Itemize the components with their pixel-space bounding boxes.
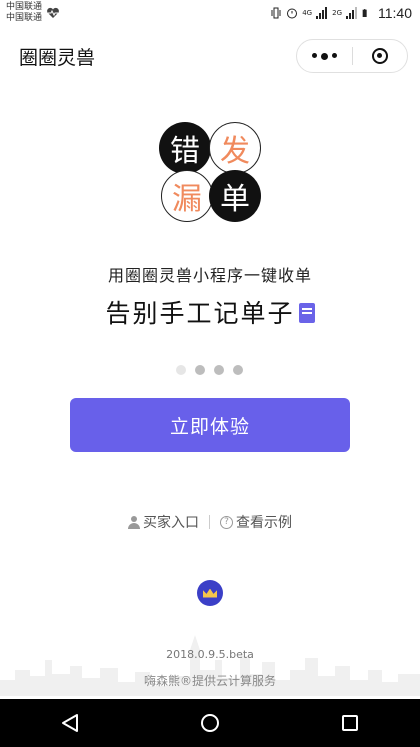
question-circle-icon: ? xyxy=(220,515,233,529)
hero-subtitle: 用圈圈灵兽小程序一键收单 xyxy=(107,266,312,285)
nav-bar: 圈圈灵兽 xyxy=(0,28,420,84)
clock: 11:40 xyxy=(378,5,412,21)
view-example-link[interactable]: ? 查看示例 xyxy=(220,512,292,532)
receipt-icon xyxy=(298,303,315,323)
more-button[interactable] xyxy=(297,40,352,72)
back-button[interactable] xyxy=(50,703,90,743)
view-example-label: 查看示例 xyxy=(236,515,292,531)
mini-program-capsule xyxy=(296,39,408,73)
home-button[interactable] xyxy=(190,703,230,743)
hero-headline: 告别手工记单子 xyxy=(105,299,295,328)
hero-headline-wrap: 告别手工记单子 xyxy=(0,294,420,330)
logo-char-4: 单 xyxy=(209,170,261,222)
logo-char-1: 错 xyxy=(159,122,211,174)
more-dots-icon xyxy=(311,52,337,60)
network-type-2: 2G xyxy=(332,9,342,17)
signal-icon-1 xyxy=(316,7,328,19)
carousel-dot-3[interactable] xyxy=(214,365,224,375)
carousel-dot-2[interactable] xyxy=(195,365,205,375)
logo: 错 发 漏 单 xyxy=(159,122,263,224)
battery-icon xyxy=(362,9,367,17)
buyer-entry-link[interactable]: 买家入口 xyxy=(128,512,199,532)
system-nav-bar xyxy=(0,699,420,747)
network-type-1: 4G xyxy=(302,9,313,17)
links-divider xyxy=(209,515,210,529)
version-label: 2018.0.9.5.beta xyxy=(166,648,254,661)
carousel-dot-4[interactable] xyxy=(233,365,243,375)
crown-icon xyxy=(203,588,217,598)
home-circle-icon xyxy=(201,714,219,732)
signal-icon-2 xyxy=(346,7,357,19)
close-button[interactable] xyxy=(353,40,408,72)
status-icons: 4G 2G 11:40 xyxy=(270,5,412,21)
back-triangle-icon xyxy=(62,714,78,732)
page-title: 圈圈灵兽 xyxy=(19,47,96,69)
alarm-icon xyxy=(287,8,298,19)
carrier-1: 中国联通 xyxy=(6,2,43,12)
try-now-button[interactable]: 立即体验 xyxy=(70,398,350,452)
logo-char-2: 发 xyxy=(209,122,261,174)
status-bar: 中国联通 中国联通 4G 2G 11:40 xyxy=(0,0,420,28)
buyer-entry-label: 买家入口 xyxy=(143,515,199,531)
carousel-dot-1[interactable] xyxy=(176,365,186,375)
carrier-2: 中国联通 xyxy=(6,13,43,23)
carrier-labels: 中国联通 中国联通 xyxy=(6,2,42,24)
target-circle-icon xyxy=(371,48,388,64)
person-icon xyxy=(128,515,140,529)
logo-char-3: 漏 xyxy=(161,170,213,222)
crown-badge-icon xyxy=(197,580,223,606)
recents-square-icon xyxy=(342,715,358,731)
health-heart-icon xyxy=(47,7,59,18)
vibrate-icon xyxy=(271,7,281,19)
recents-button[interactable] xyxy=(330,703,370,743)
carousel-dots xyxy=(176,365,243,375)
footer-credit: 嗨森熊®提供云计算服务 xyxy=(143,674,276,688)
entry-links: 买家入口 ? 查看示例 xyxy=(0,512,420,532)
